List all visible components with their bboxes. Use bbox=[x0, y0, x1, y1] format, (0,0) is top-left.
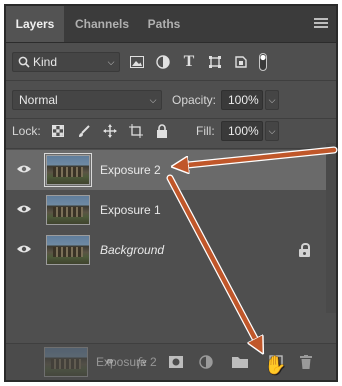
adjustment-layer-icon[interactable] bbox=[198, 354, 214, 370]
layer-thumbnail bbox=[44, 153, 92, 187]
layer-list: Exposure 2 Exposure 1 Background bbox=[6, 150, 336, 310]
lock-all-icon[interactable] bbox=[154, 121, 170, 141]
lock-position-icon[interactable] bbox=[102, 121, 118, 141]
dragged-layer-ghost: Exposure 2 bbox=[44, 346, 194, 378]
divider bbox=[6, 148, 336, 149]
panel-menu-icon[interactable] bbox=[314, 18, 328, 28]
eye-icon[interactable] bbox=[16, 162, 32, 178]
eye-icon[interactable] bbox=[16, 242, 32, 258]
filter-row: Kind ⌵ T bbox=[6, 52, 336, 72]
layer-name[interactable]: Background bbox=[100, 230, 164, 270]
tab-channels[interactable]: Channels bbox=[66, 6, 138, 42]
tab-paths[interactable]: Paths bbox=[138, 6, 190, 42]
chevron-down-icon: ⌵ bbox=[149, 95, 157, 105]
lock-image-pixels-icon[interactable] bbox=[76, 121, 92, 141]
filter-toggle-icon[interactable] bbox=[256, 52, 270, 72]
layer-name[interactable]: Exposure 2 bbox=[100, 150, 161, 190]
layer-thumbnail bbox=[44, 347, 88, 377]
layer-row-exposure-1[interactable]: Exposure 1 bbox=[6, 190, 328, 230]
search-icon bbox=[18, 56, 30, 68]
image-filter-icon[interactable] bbox=[128, 52, 146, 72]
blend-row: Normal ⌵ Opacity: 100% ⌵ bbox=[6, 90, 336, 110]
lock-label: Lock: bbox=[12, 124, 41, 138]
chevron-down-icon: ⌵ bbox=[107, 57, 115, 67]
lock-row: Lock: Fill: 100% ⌵ bbox=[6, 121, 336, 141]
lock-artboard-icon[interactable] bbox=[128, 121, 144, 141]
smart-object-filter-icon[interactable] bbox=[232, 52, 250, 72]
layers-bottom-bar: ⚭ fx Exposure 2 ✋ bbox=[6, 343, 336, 380]
fill-dropdown[interactable]: ⌵ bbox=[265, 121, 279, 141]
fill-label: Fill: bbox=[196, 124, 215, 138]
opacity-dropdown[interactable]: ⌵ bbox=[265, 90, 279, 110]
lock-icon bbox=[299, 243, 310, 257]
tab-layers[interactable]: Layers bbox=[6, 6, 64, 42]
blend-mode-select[interactable]: Normal ⌵ bbox=[12, 90, 162, 110]
layer-thumbnail bbox=[46, 235, 90, 265]
trash-icon[interactable] bbox=[298, 354, 314, 370]
layer-list-scrollbar[interactable] bbox=[326, 143, 336, 313]
lock-transparent-pixels-icon[interactable] bbox=[50, 121, 66, 141]
layer-thumbnail bbox=[46, 195, 90, 225]
opacity-label: Opacity: bbox=[172, 93, 217, 107]
divider bbox=[6, 118, 336, 119]
filter-kind-select[interactable]: Kind ⌵ bbox=[12, 52, 120, 72]
grab-cursor-icon: ✋ bbox=[264, 355, 287, 375]
adjustment-filter-icon[interactable] bbox=[154, 52, 172, 72]
opacity-field[interactable]: 100% bbox=[221, 90, 263, 110]
layer-name[interactable]: Exposure 1 bbox=[100, 190, 161, 230]
layer-row-background[interactable]: Background bbox=[6, 230, 328, 270]
layers-panel: Layers Channels Paths Kind ⌵ T Normal ⌵ … bbox=[4, 4, 338, 382]
panel-tab-bar: Layers Channels Paths bbox=[6, 6, 336, 43]
shape-filter-icon[interactable] bbox=[206, 52, 224, 72]
eye-icon[interactable] bbox=[16, 202, 32, 218]
type-filter-icon[interactable]: T bbox=[180, 52, 198, 72]
blend-mode-value: Normal bbox=[19, 93, 58, 107]
ghost-layer-name: Exposure 2 bbox=[96, 355, 157, 369]
layer-row-exposure-2[interactable]: Exposure 2 bbox=[6, 150, 328, 190]
filter-kind-label: Kind bbox=[33, 55, 58, 69]
fill-field[interactable]: 100% bbox=[221, 121, 263, 141]
new-group-icon[interactable] bbox=[232, 354, 248, 370]
divider bbox=[6, 80, 336, 81]
